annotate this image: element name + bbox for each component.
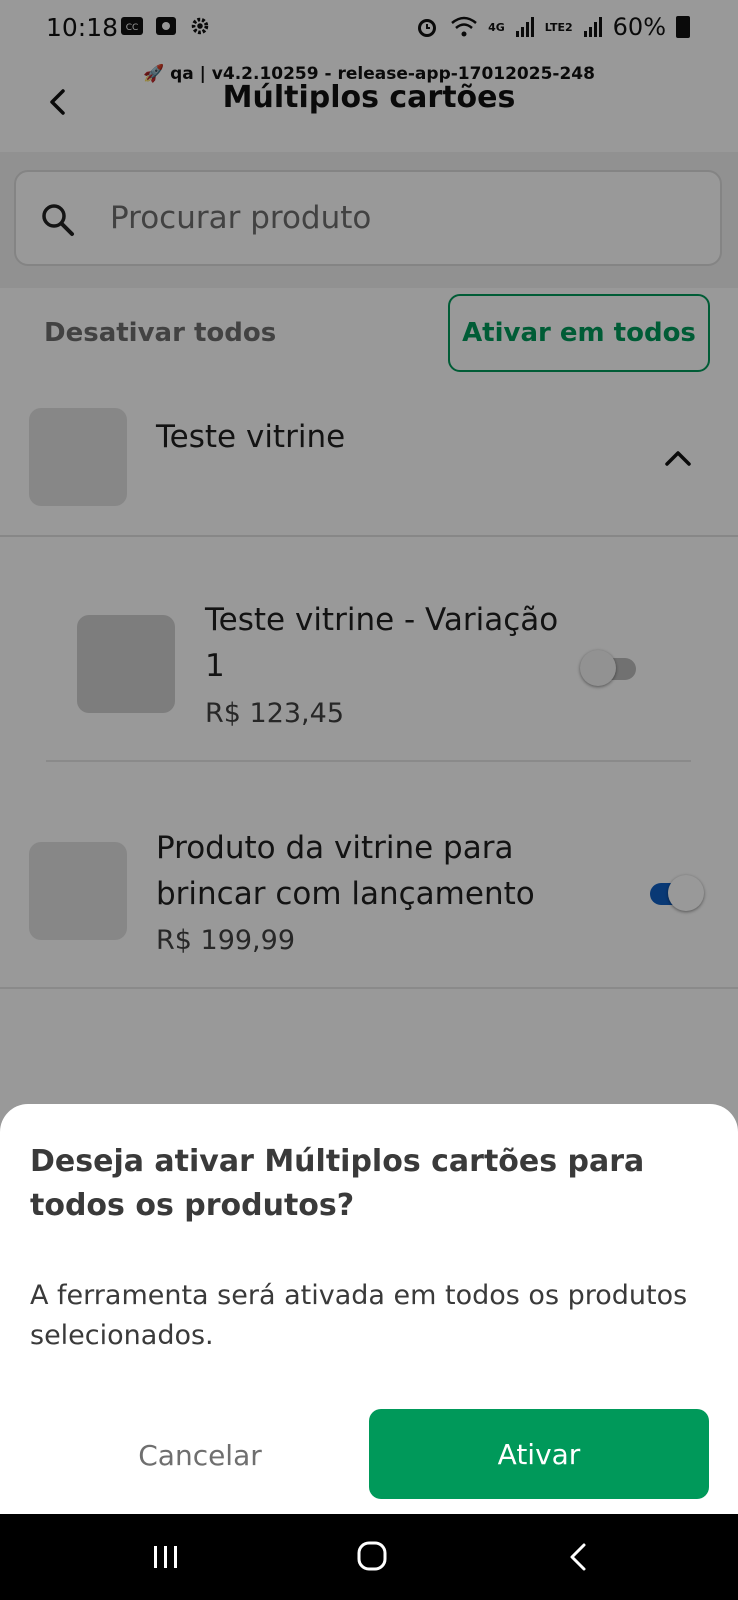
nav-back-icon[interactable]	[568, 1542, 588, 1572]
recent-apps-icon[interactable]	[152, 1544, 180, 1570]
confirmation-bottom-sheet: Deseja ativar Múltiplos cartões para tod…	[0, 1104, 738, 1514]
confirm-activate-button[interactable]: Ativar	[369, 1409, 709, 1499]
home-icon[interactable]	[356, 1540, 388, 1572]
system-navigation-bar	[0, 1514, 738, 1600]
app-screen: 10:18 CC 4G LTE2 60% 🚀 qa | v4.2.10259 -…	[0, 0, 738, 1600]
dialog-body: A ferramenta será ativada em todos os pr…	[30, 1280, 688, 1351]
dialog-title: Deseja ativar Múltiplos cartões para tod…	[30, 1144, 645, 1223]
cancel-button[interactable]: Cancelar	[60, 1410, 340, 1500]
